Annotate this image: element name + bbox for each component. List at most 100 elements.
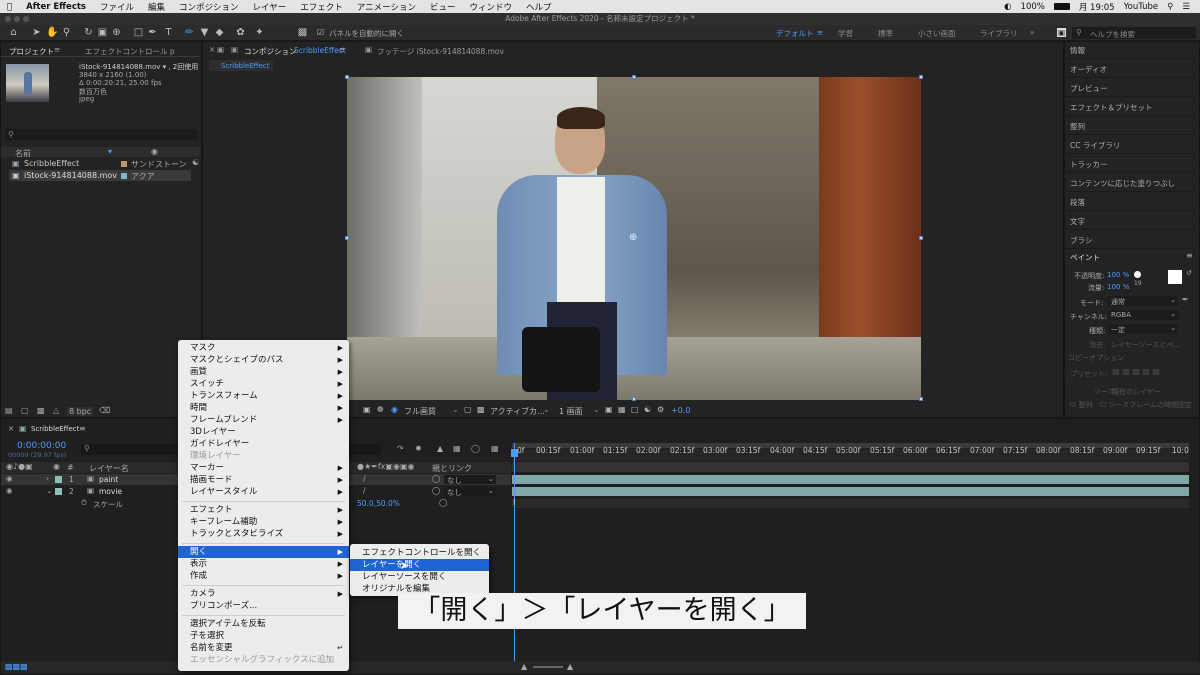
project-settings-icon[interactable]: △ [53, 406, 59, 415]
help-search-field[interactable]: ⚲ ヘルプを検索 [1072, 27, 1196, 39]
panel-menu-icon[interactable]: ≡ [1186, 251, 1193, 260]
menu-item-camera[interactable]: カメラ [190, 588, 216, 600]
label-column-icon[interactable]: ◉ [53, 462, 60, 471]
menu-item-create[interactable]: 作成 [190, 570, 207, 582]
brush-tip-preview[interactable] [1134, 271, 1141, 278]
menu-item-effect[interactable]: エフェクト [190, 504, 233, 516]
tab-footage[interactable]: フッテージ iStock-914814088.mov [377, 46, 504, 57]
project-item[interactable]: ▣ ScribbleEffect サンドストーン ☯ [1, 158, 201, 169]
toggle-switches-icon[interactable]: ▩▩▩ [5, 662, 28, 671]
menu-item-switches[interactable]: スイッチ [190, 378, 224, 390]
fast-preview-icon[interactable]: ▦ [618, 405, 626, 414]
transparency-grid-icon[interactable]: ▩ [477, 405, 485, 414]
layer-label-swatch[interactable] [55, 488, 62, 495]
panel-character[interactable]: 文字 [1070, 216, 1085, 227]
transform-handle[interactable] [919, 75, 923, 79]
camera-tool-icon[interactable]: ▣ [96, 27, 109, 39]
menu-item-mask-shape-path[interactable]: マスクとシェイプのパス [190, 354, 284, 366]
swap-colors-icon[interactable]: ↺ [1186, 269, 1192, 277]
menu-effect[interactable]: エフェクト [293, 1, 350, 13]
panel-paragraph[interactable]: 段落 [1070, 197, 1085, 208]
menu-item-open-layer-source[interactable]: レイヤーソースを開く [362, 571, 446, 583]
battery-percent[interactable]: 100% [1021, 2, 1045, 12]
transform-handle[interactable] [632, 397, 636, 401]
chevron-down-icon[interactable]: ⌄ [593, 405, 600, 414]
layer-name[interactable]: movie [99, 487, 122, 496]
roto-brush-tool-icon[interactable]: ✿ [234, 27, 247, 39]
region-of-interest-icon[interactable]: ▢ [464, 405, 472, 414]
wifi-icon[interactable]: ◐ [1004, 2, 1011, 12]
flowchart-icon[interactable]: ☯ [192, 158, 199, 167]
timeline-icon[interactable]: □ [631, 405, 639, 414]
frame-blending-icon[interactable]: ▦ [453, 444, 461, 453]
views-dropdown[interactable]: 1 画面 [559, 406, 583, 417]
search-icon[interactable]: ⚲ [1167, 2, 1173, 12]
zoom-tool-icon[interactable]: ⚲ [60, 27, 73, 39]
rectangle-tool-icon[interactable]: □ [132, 27, 145, 39]
shy-icon[interactable]: ▲ [437, 444, 443, 453]
layer-name[interactable]: paint [99, 475, 118, 484]
workspace-menu-icon[interactable]: ≡ [817, 28, 823, 37]
menu-item-open-effect-controls[interactable]: エフェクトコントロールを開く [362, 547, 481, 559]
transform-handle[interactable] [919, 236, 923, 240]
quality-switch-icon[interactable]: ∕ [363, 474, 366, 483]
panel-effects-presets[interactable]: エフェクト＆プリセット [1070, 102, 1153, 113]
channel-select[interactable]: RGBA ⌄ [1108, 310, 1178, 320]
chevron-down-icon[interactable]: ⌄ [452, 405, 459, 414]
menu-file[interactable]: ファイル [93, 1, 141, 13]
eyedropper-icon[interactable]: ✒ [1182, 295, 1189, 304]
draft-3d-icon[interactable]: ✹ [415, 444, 422, 453]
menu-item-mask[interactable]: マスク [190, 342, 216, 354]
work-area-range[interactable] [512, 462, 1189, 472]
lock-icon[interactable]: ▣ [217, 45, 224, 54]
menu-view[interactable]: ビュー [423, 1, 463, 13]
panel-menu-icon[interactable]: ≡ [79, 424, 86, 433]
flowchart-icon[interactable]: ☯ [644, 405, 651, 414]
exposure-value[interactable]: +0.0 [671, 406, 690, 415]
panel-menu-icon[interactable]: ≡ [54, 45, 60, 54]
menu-item-layer-styles[interactable]: レイヤースタイル [190, 486, 257, 498]
puppet-tool-icon[interactable]: ✦ [253, 27, 266, 39]
workspace-learn[interactable]: 学習 [838, 28, 853, 39]
motion-blur-icon[interactable]: ◯ [471, 444, 480, 453]
menu-item-invert-selection[interactable]: 選択アイテムを反転 [190, 618, 266, 630]
quality-switch-icon[interactable]: ∕ [363, 486, 366, 495]
panel-content-aware-fill[interactable]: コンテンツに応じた塗りつぶし [1070, 178, 1175, 189]
av-features-icons[interactable]: ◉♪●▣ [6, 462, 33, 471]
clone-stamp-tool-icon[interactable]: ▼ [198, 27, 211, 39]
sync-icon[interactable]: ▣ [1057, 28, 1067, 37]
auto-open-label[interactable]: パネルを自動的に開く [329, 28, 404, 39]
timeline-tab[interactable]: ScribbleEffect [31, 425, 79, 433]
menu-help[interactable]: ヘルプ [519, 1, 559, 13]
camera-view-dropdown[interactable]: アクティブカ... [490, 406, 545, 417]
mode-select[interactable]: 通常 ⌄ [1108, 296, 1178, 306]
menu-item-reveal[interactable]: 表示 [190, 558, 207, 570]
menu-item-keyframe-assistant[interactable]: キーフレーム補助 [190, 516, 257, 528]
transform-handle[interactable] [919, 397, 923, 401]
expand-arrow-icon[interactable]: ⌄ [46, 486, 52, 495]
resolution-dropdown[interactable]: フル画質 [404, 406, 436, 417]
menu-item-open[interactable]: 開く [190, 546, 207, 558]
transform-handle[interactable] [345, 236, 349, 240]
parent-select[interactable]: なし ⌄ [444, 474, 496, 485]
panel-cc-libraries[interactable]: CC ライブラリ [1070, 140, 1120, 151]
visibility-icon[interactable]: ◉ [6, 486, 13, 495]
panel-preview[interactable]: プレビュー [1070, 83, 1108, 94]
stopwatch-icon[interactable]: ⏱ [81, 498, 87, 508]
trash-icon[interactable]: ⌫ [99, 406, 110, 415]
comp-mini-flowchart-icon[interactable]: ↷ [397, 444, 404, 453]
close-tab-icon[interactable]: × [209, 45, 215, 54]
menu-item-markers[interactable]: マーカー [190, 462, 224, 474]
expand-arrow-icon[interactable]: › [46, 474, 49, 483]
label-color-swatch[interactable] [121, 173, 127, 179]
menu-item-open-layer[interactable]: レイヤーを開く [362, 559, 421, 571]
menu-animation[interactable]: アニメーション [350, 1, 423, 13]
label-color-swatch[interactable] [121, 161, 127, 167]
project-item-selected[interactable]: ▣ iStock-914814088.mov アクア [9, 170, 191, 181]
menu-item-select-children[interactable]: 子を選択 [190, 630, 224, 642]
current-time[interactable]: 0:00:00:00 [17, 441, 66, 451]
menu-item-time[interactable]: 時間 [190, 402, 207, 414]
close-window-icon[interactable] [5, 16, 11, 22]
panel-audio[interactable]: オーディオ [1070, 64, 1107, 75]
snapshot-icon[interactable]: ▣ [363, 405, 371, 414]
